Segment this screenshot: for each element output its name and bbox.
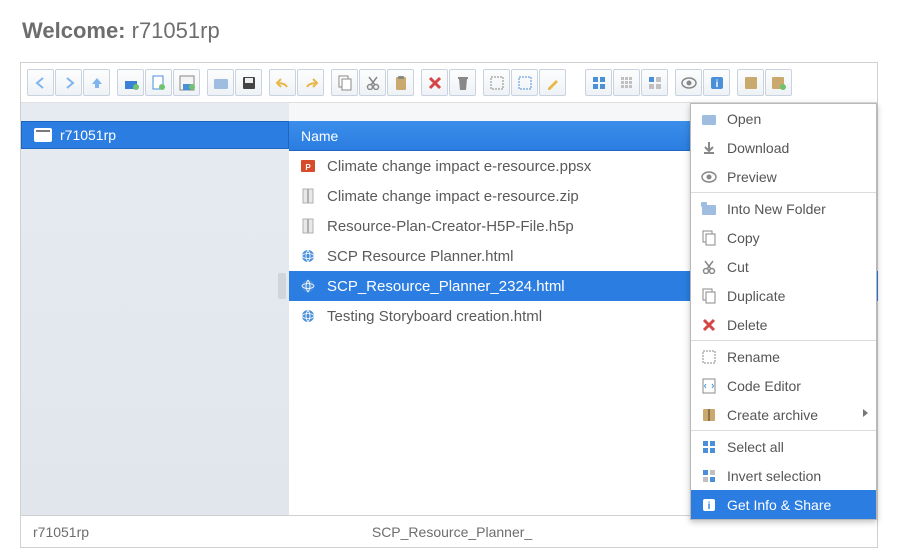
paste-icon[interactable]: [387, 69, 414, 96]
menu-label: Select all: [727, 439, 784, 455]
status-selection: SCP_Resource_Planner_: [89, 524, 865, 540]
home-icon[interactable]: [117, 69, 144, 96]
undo-icon[interactable]: [269, 69, 296, 96]
menu-item-get-info-share[interactable]: i Get Info & Share: [691, 490, 876, 519]
rename-icon[interactable]: [511, 69, 538, 96]
html-icon: [299, 307, 317, 325]
new-file-icon[interactable]: [145, 69, 172, 96]
zip-icon: [299, 217, 317, 235]
menu-item-create-archive[interactable]: Create archive: [691, 400, 876, 429]
workspace: i r71051rp Name P Climate change impact e…: [20, 62, 878, 548]
delete-icon[interactable]: [421, 69, 448, 96]
extra-icon[interactable]: [765, 69, 792, 96]
menu-item-rename[interactable]: Rename: [691, 342, 876, 371]
html-icon: [299, 277, 317, 295]
drive-icon: [34, 128, 52, 142]
file-name: Climate change impact e-resource.zip: [327, 188, 579, 205]
menu-item-invert-selection[interactable]: Invert selection: [691, 461, 876, 490]
invert-icon: [699, 467, 719, 485]
cut-icon: [699, 258, 719, 276]
menu-label: Open: [727, 111, 761, 127]
selectall-icon: [699, 438, 719, 456]
open-folder-icon[interactable]: [207, 69, 234, 96]
code-icon: [699, 377, 719, 395]
file-name: Climate change impact e-resource.ppsx: [327, 158, 591, 175]
preview-icon: [699, 168, 719, 186]
info-icon[interactable]: i: [703, 69, 730, 96]
delete-icon: [699, 316, 719, 334]
newfolder-icon: [699, 200, 719, 218]
svg-text:P: P: [305, 163, 311, 172]
trash-icon[interactable]: [449, 69, 476, 96]
back-icon[interactable]: [27, 69, 54, 96]
menu-label: Cut: [727, 259, 749, 275]
settings-icon[interactable]: [737, 69, 764, 96]
download-icon: [699, 139, 719, 157]
menu-label: Into New Folder: [727, 201, 826, 217]
archive-icon: [699, 406, 719, 424]
edit-icon[interactable]: [539, 69, 566, 96]
column-name-label: Name: [301, 128, 338, 144]
menu-label: Create archive: [727, 407, 818, 423]
html-icon: [299, 247, 317, 265]
tree-root-label: r71051rp: [60, 127, 116, 143]
duplicate-icon: [699, 287, 719, 305]
copy-icon: [699, 229, 719, 247]
menu-item-delete[interactable]: Delete: [691, 310, 876, 339]
folder-icon: [699, 110, 719, 128]
submenu-arrow-icon: [863, 409, 868, 417]
menu-item-download[interactable]: Download: [691, 133, 876, 162]
copy-icon[interactable]: [331, 69, 358, 96]
welcome-username: r71051rp: [132, 18, 220, 43]
menu-item-code-editor[interactable]: Code Editor: [691, 371, 876, 400]
grid-small-icon[interactable]: [613, 69, 640, 96]
menu-label: Rename: [727, 349, 780, 365]
context-menu: Open Download Preview Into New Folder Copy Cu…: [690, 103, 877, 520]
redo-icon[interactable]: [297, 69, 324, 96]
toolbar: i: [21, 63, 877, 103]
sidebar: r71051rp: [21, 103, 289, 515]
menu-label: Preview: [727, 169, 777, 185]
disk-icon[interactable]: [235, 69, 262, 96]
svg-text:i: i: [708, 501, 711, 512]
zip-icon: [299, 187, 317, 205]
menu-item-duplicate[interactable]: Duplicate: [691, 281, 876, 310]
ppsx-icon: P: [299, 157, 317, 175]
menu-item-preview[interactable]: Preview: [691, 162, 876, 191]
menu-label: Copy: [727, 230, 760, 246]
menu-label: Delete: [727, 317, 767, 333]
menu-item-copy[interactable]: Copy: [691, 223, 876, 252]
svg-text:i: i: [715, 79, 718, 90]
file-name: Resource-Plan-Creator-H5P-File.h5p: [327, 218, 574, 235]
rename-icon: [699, 348, 719, 366]
menu-label: Duplicate: [727, 288, 785, 304]
tree-root-item[interactable]: r71051rp: [21, 121, 289, 149]
menu-item-into-new-folder[interactable]: Into New Folder: [691, 194, 876, 223]
welcome-label: Welcome:: [22, 18, 132, 43]
status-path: r71051rp: [33, 524, 89, 540]
menu-item-cut[interactable]: Cut: [691, 252, 876, 281]
file-name: Testing Storyboard creation.html: [327, 308, 542, 325]
menu-label: Invert selection: [727, 468, 821, 484]
cut-icon[interactable]: [359, 69, 386, 96]
file-name: SCP_Resource_Planner_2324.html: [327, 278, 565, 295]
splitter-handle[interactable]: [278, 273, 286, 299]
preview-icon[interactable]: [675, 69, 702, 96]
grid-icon[interactable]: [641, 69, 668, 96]
info-icon: i: [699, 496, 719, 514]
menu-item-select-all[interactable]: Select all: [691, 432, 876, 461]
save-icon[interactable]: [173, 69, 200, 96]
tiles-icon[interactable]: [585, 69, 612, 96]
select-all-icon[interactable]: [483, 69, 510, 96]
up-icon[interactable]: [83, 69, 110, 96]
file-name: SCP Resource Planner.html: [327, 248, 513, 265]
menu-item-open[interactable]: Open: [691, 104, 876, 133]
menu-label: Download: [727, 140, 789, 156]
menu-label: Get Info & Share: [727, 497, 831, 513]
forward-icon[interactable]: [55, 69, 82, 96]
menu-label: Code Editor: [727, 378, 801, 394]
